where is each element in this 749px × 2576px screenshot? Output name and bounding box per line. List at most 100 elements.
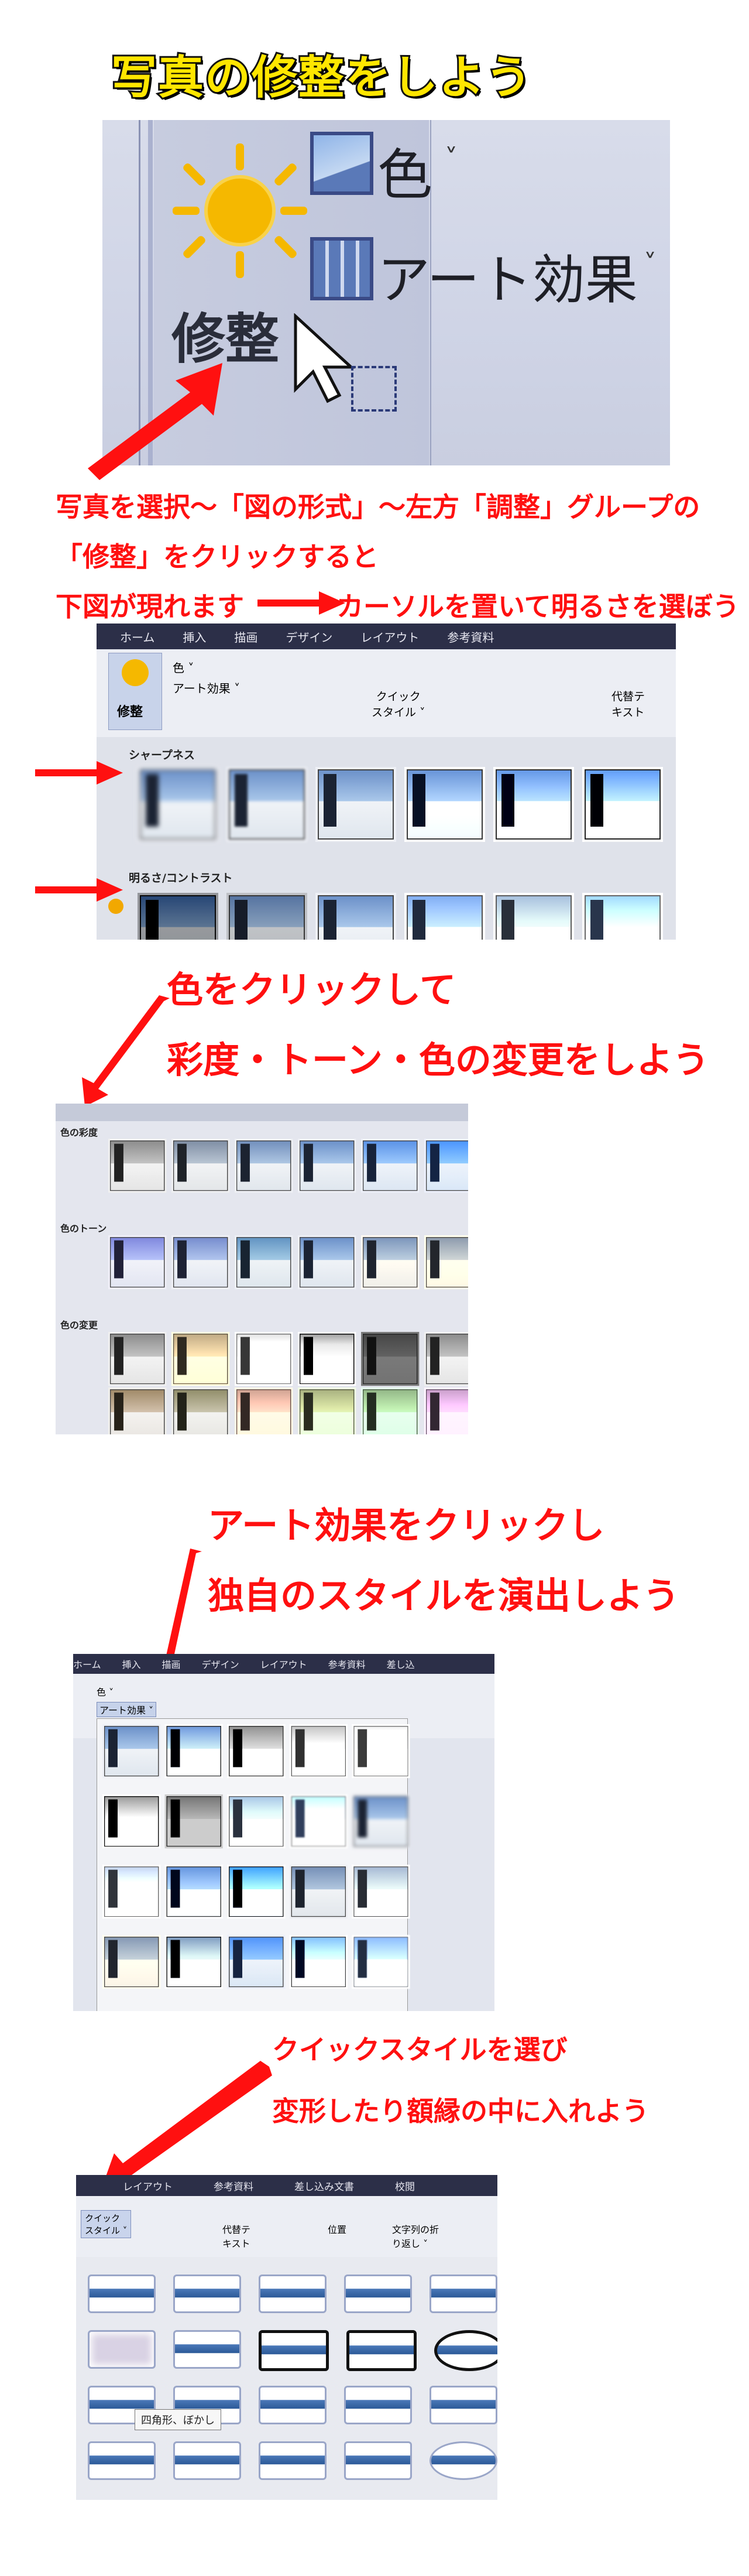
art-thumb[interactable] xyxy=(164,1935,223,1989)
gallery-thumb[interactable] xyxy=(582,893,663,940)
gallery-thumb[interactable] xyxy=(582,767,663,842)
gallery-thumb[interactable] xyxy=(361,1332,420,1386)
tab-references[interactable]: 参考資料 xyxy=(328,1657,366,1671)
gallery-thumb[interactable] xyxy=(171,1332,230,1386)
gallery-thumb[interactable] xyxy=(298,1139,356,1193)
gallery-thumb[interactable] xyxy=(235,1388,293,1434)
art-thumb[interactable] xyxy=(289,1865,348,1919)
style-thumb[interactable] xyxy=(344,2274,412,2313)
art-thumb[interactable] xyxy=(102,1794,161,1849)
wrap-text-button[interactable]: 文字列の折 り返し ˅ xyxy=(392,2222,439,2250)
art-thumb[interactable] xyxy=(289,1794,348,1849)
style-thumb[interactable] xyxy=(346,2330,417,2371)
gallery-thumb[interactable] xyxy=(108,1388,167,1434)
position-button[interactable]: 位置 xyxy=(328,2222,346,2236)
tab-layout[interactable]: レイアウト xyxy=(360,628,419,645)
art-thumb[interactable] xyxy=(102,1724,161,1779)
gallery-thumb[interactable] xyxy=(361,1388,420,1434)
tab-mailings[interactable]: 差し込み文書 xyxy=(294,2178,354,2193)
style-thumb[interactable] xyxy=(88,2274,156,2313)
gallery-thumb[interactable] xyxy=(493,767,574,842)
tab-references[interactable]: 参考資料 xyxy=(447,628,494,645)
style-thumb[interactable] xyxy=(88,2330,156,2369)
gallery-thumb[interactable] xyxy=(108,1139,167,1193)
style-thumb[interactable] xyxy=(88,2441,156,2480)
gallery-thumb[interactable] xyxy=(315,767,396,842)
art-thumb[interactable] xyxy=(352,1724,410,1779)
alt-text-button[interactable]: 代替テ キスト xyxy=(222,2222,250,2250)
style-thumb[interactable] xyxy=(173,2274,241,2313)
gallery-thumb[interactable] xyxy=(235,1139,293,1193)
color-button[interactable]: 色 ˅ xyxy=(97,1684,114,1698)
tab-insert[interactable]: 挿入 xyxy=(183,628,206,645)
art-thumb[interactable] xyxy=(289,1935,348,1989)
art-thumb[interactable] xyxy=(352,1865,410,1919)
art-effects-button[interactable]: アート効果 ˅ xyxy=(97,1702,157,1717)
tab-review[interactable]: 校閲 xyxy=(395,2178,415,2193)
style-thumb[interactable] xyxy=(259,2330,329,2371)
gallery-thumb[interactable] xyxy=(298,1235,356,1290)
tab-references[interactable]: 参考資料 xyxy=(214,2178,253,2193)
art-thumb[interactable] xyxy=(352,1935,410,1989)
style-thumb[interactable] xyxy=(434,2330,497,2371)
tab-insert[interactable]: 挿入 xyxy=(122,1657,141,1671)
tab-draw[interactable]: 描画 xyxy=(162,1657,181,1671)
art-thumb[interactable] xyxy=(164,1794,223,1849)
gallery-thumb[interactable] xyxy=(108,1235,167,1290)
gallery-thumb[interactable] xyxy=(424,1139,468,1193)
gallery-thumb[interactable] xyxy=(424,1235,468,1290)
art-thumb[interactable] xyxy=(352,1794,410,1849)
tab-home[interactable]: ホーム xyxy=(73,1657,101,1671)
art-thumb[interactable] xyxy=(227,1865,286,1919)
gallery-thumb[interactable] xyxy=(171,1388,230,1434)
sun-icon[interactable] xyxy=(173,143,307,278)
style-thumb[interactable] xyxy=(430,2274,497,2313)
tab-design[interactable]: デザイン xyxy=(286,628,332,645)
art-effects-button-label[interactable]: アート効果 xyxy=(377,237,638,313)
gallery-thumb[interactable] xyxy=(361,1235,420,1290)
art-thumb[interactable] xyxy=(227,1935,286,1989)
gallery-thumb[interactable] xyxy=(424,1388,468,1434)
gallery-thumb[interactable] xyxy=(298,1332,356,1386)
art-thumb[interactable] xyxy=(164,1865,223,1919)
gallery-thumb[interactable] xyxy=(298,1388,356,1434)
gallery-thumb[interactable] xyxy=(226,893,307,940)
gallery-thumb[interactable] xyxy=(138,893,218,940)
gallery-thumb[interactable] xyxy=(493,893,574,940)
art-thumb[interactable] xyxy=(289,1724,348,1779)
art-thumb[interactable] xyxy=(227,1724,286,1779)
gallery-thumb[interactable] xyxy=(424,1332,468,1386)
tab-draw[interactable]: 描画 xyxy=(234,628,257,645)
style-thumb[interactable] xyxy=(430,2386,497,2424)
style-thumb[interactable] xyxy=(344,2386,412,2424)
gallery-thumb[interactable] xyxy=(404,893,485,940)
style-thumb[interactable] xyxy=(344,2441,412,2480)
art-thumb[interactable] xyxy=(102,1935,161,1989)
style-thumb[interactable] xyxy=(173,2330,241,2369)
gallery-thumb[interactable] xyxy=(108,1332,167,1386)
gallery-thumb[interactable] xyxy=(171,1139,230,1193)
correct-button[interactable]: 修整 xyxy=(108,653,162,730)
tab-design[interactable]: デザイン xyxy=(202,1657,239,1671)
style-thumb[interactable] xyxy=(259,2274,327,2313)
gallery-thumb[interactable] xyxy=(404,767,485,842)
style-thumb[interactable] xyxy=(430,2441,497,2480)
gallery-thumb[interactable] xyxy=(361,1139,420,1193)
color-button[interactable]: 色 ˅ xyxy=(173,659,194,676)
gallery-thumb[interactable] xyxy=(315,893,396,940)
style-thumb[interactable] xyxy=(173,2441,241,2480)
gallery-thumb[interactable] xyxy=(226,767,307,842)
style-thumb[interactable] xyxy=(259,2386,327,2424)
gallery-thumb[interactable] xyxy=(235,1332,293,1386)
tab-layout[interactable]: レイアウト xyxy=(260,1657,307,1671)
tab-mailings[interactable]: 差し込 xyxy=(387,1657,415,1671)
art-thumb[interactable] xyxy=(164,1724,223,1779)
style-thumb[interactable] xyxy=(259,2441,327,2480)
gallery-thumb[interactable] xyxy=(235,1235,293,1290)
gallery-thumb[interactable] xyxy=(138,767,218,842)
art-thumb[interactable] xyxy=(102,1865,161,1919)
tab-home[interactable]: ホーム xyxy=(120,628,154,645)
alt-text-button[interactable]: 代替テ キスト xyxy=(611,688,645,720)
color-button-label[interactable]: 色 xyxy=(377,131,432,210)
quick-style-button[interactable]: クイック スタイル ˅ xyxy=(372,688,425,720)
